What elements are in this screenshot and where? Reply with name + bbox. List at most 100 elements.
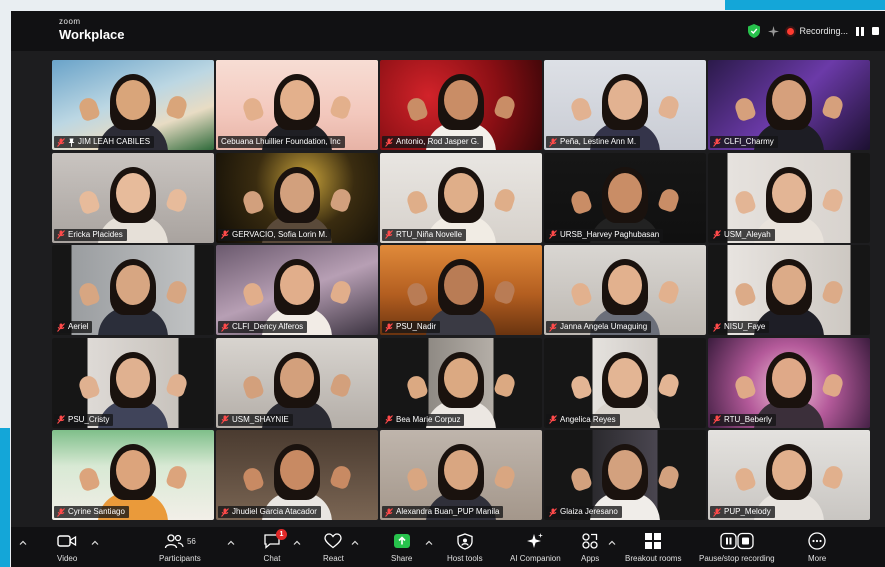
share-options-chevron-icon[interactable] [425,539,433,547]
participant-name: Aeriel [68,322,89,331]
breakout-rooms-label: Breakout rooms [625,554,682,563]
participant-tile[interactable]: Aeriel [52,245,214,335]
more-ellipsis-icon [808,532,826,550]
participant-tile[interactable]: CLFI_Dency Alferos [216,245,378,335]
participant-tile[interactable]: Cebuana Lhuillier Foundation, Inc [216,60,378,150]
more-button[interactable]: More [808,531,826,563]
pause-recording-icon[interactable] [856,26,864,36]
participant-tile[interactable]: Ericka Placides [52,152,214,243]
participant-name: Cebuana Lhuillier Foundation, Inc [221,137,341,146]
participant-tile[interactable]: RTU_Beberly [708,337,870,428]
meeting-toolbar: Video 56 Participants 1 Chat React Share… [11,527,885,567]
mic-muted-icon [713,322,721,332]
participant-nametag: USM_Aleyah [710,228,775,241]
participant-tile[interactable]: PSU_Nadir [380,245,542,335]
video-label: Video [57,554,78,563]
participant-tile[interactable]: Antonio, Rod Jasper G. [380,60,542,150]
participant-tile[interactable]: Cyrine Santiago [52,430,214,520]
chevron-up-icon[interactable] [19,539,27,547]
participant-name: PUP_Melody [724,507,771,516]
video-options-chevron-icon[interactable] [91,539,99,547]
sparkle-icon[interactable] [768,25,780,37]
participant-tile[interactable]: Janna Angela Umaguing [544,245,706,335]
participant-tile[interactable]: USM_Aleyah [708,152,870,243]
react-options-chevron-icon[interactable] [351,539,359,547]
share-screen-icon [393,534,410,548]
participant-name: Antonio, Rod Jasper G. [396,137,480,146]
ai-companion-button[interactable]: AI Companion [510,531,561,563]
heart-icon [324,533,343,549]
recording-dot-icon [787,27,795,35]
participant-name: Cyrine Santiago [68,507,125,516]
participant-name: Angelica Reyes [560,414,616,424]
breakout-rooms-button[interactable]: Breakout rooms [625,531,681,563]
participant-name: GERVACIO, Sofia Lorin M. [232,229,328,239]
participant-nametag: RTU_Beberly [710,413,776,426]
participant-tile[interactable]: CLFI_Charmy [708,60,870,150]
video-button[interactable]: Video [57,531,77,563]
participant-name: USM_SHAYNIE [232,414,289,424]
apps-options-chevron-icon[interactable] [608,539,616,547]
share-label: Share [391,554,413,563]
mic-muted-icon [713,230,721,239]
stop-recording-icon[interactable] [872,27,879,35]
gallery-grid: JIM LEAH CABILES Cebuana Lhuillier Founda… [52,60,870,520]
participant-tile[interactable]: Bea Marie Corpuz [380,337,542,428]
participant-tile[interactable]: Glaiza Jeresano [544,430,706,520]
participant-nametag: NISU_Faye [710,321,770,333]
more-label: More [808,554,827,563]
app-brand: zoom Workplace [59,17,125,42]
react-button[interactable]: React [323,531,344,563]
pause-stop-recording-button[interactable]: Pause/stop recording [699,531,775,563]
mic-muted-icon [385,507,393,517]
participant-tile[interactable]: JIM LEAH CABILES [52,60,214,150]
participant-name: Ericka Placides [68,229,123,239]
participant-nametag: RTU_Niña Novelle [382,228,467,241]
share-button[interactable]: Share [391,531,412,563]
mic-muted-icon [713,415,721,424]
participant-name: Janna Angela Umaguing [560,322,648,331]
security-shield-icon[interactable] [748,24,761,38]
chat-options-chevron-icon[interactable] [293,539,301,547]
participant-tile[interactable]: NISU_Faye [708,245,870,335]
mic-muted-icon [549,415,557,424]
mic-muted-icon [221,322,229,332]
participant-tile[interactable]: RTU_Niña Novelle [380,152,542,243]
participant-tile[interactable]: URSB_Harvey Paghubasan [544,152,706,243]
chat-button[interactable]: 1 Chat [263,529,287,563]
zoom-window: zoom Workplace Recording... JIM LEAH CAB… [11,11,885,567]
mic-muted-icon [549,322,557,332]
participant-name: PSU_Nadir [396,322,437,331]
participant-tile[interactable]: GERVACIO, Sofia Lorin M. [216,152,378,243]
participant-name: URSB_Harvey Paghubasan [560,229,660,239]
recording-indicator[interactable]: Recording... [787,26,848,36]
participant-nametag: PSU_Nadir [382,321,441,333]
participant-nametag: PSU_Cristy [54,413,114,426]
participant-name: RTU_Niña Novelle [396,229,463,239]
apps-button[interactable]: Apps [581,531,599,563]
participant-nametag: Cyrine Santiago [54,506,129,518]
brand-big: Workplace [59,27,125,42]
participant-name: Bea Marie Corpuz [396,414,461,424]
meeting-status: Recording... [748,22,879,40]
participant-tile[interactable]: PUP_Melody [708,430,870,520]
participants-label: Participants [159,554,201,563]
participant-tile[interactable]: Alexandra Buan_PUP Manila [380,430,542,520]
participant-tile[interactable]: Peña, Lestine Ann M. [544,60,706,150]
participant-nametag: Aeriel [54,321,93,333]
brand-small: zoom [59,17,81,26]
pin-icon [68,138,75,147]
host-tools-button[interactable]: Host tools [447,531,483,563]
apps-label: Apps [581,554,600,563]
mic-muted-icon [385,322,393,332]
video-camera-icon [57,535,77,547]
participant-tile[interactable]: USM_SHAYNIE [216,337,378,428]
participant-tile[interactable]: PSU_Cristy [52,337,214,428]
participant-tile[interactable]: Jhudiel Garcia Atacador [216,430,378,520]
participant-nametag: URSB_Harvey Paghubasan [546,228,664,241]
participants-options-chevron-icon[interactable] [227,539,235,547]
participants-button[interactable]: 56 Participants [159,531,201,563]
participant-name: CLFI_Charmy [724,137,774,146]
participant-nametag: PUP_Melody [710,506,775,518]
participant-tile[interactable]: Angelica Reyes [544,337,706,428]
